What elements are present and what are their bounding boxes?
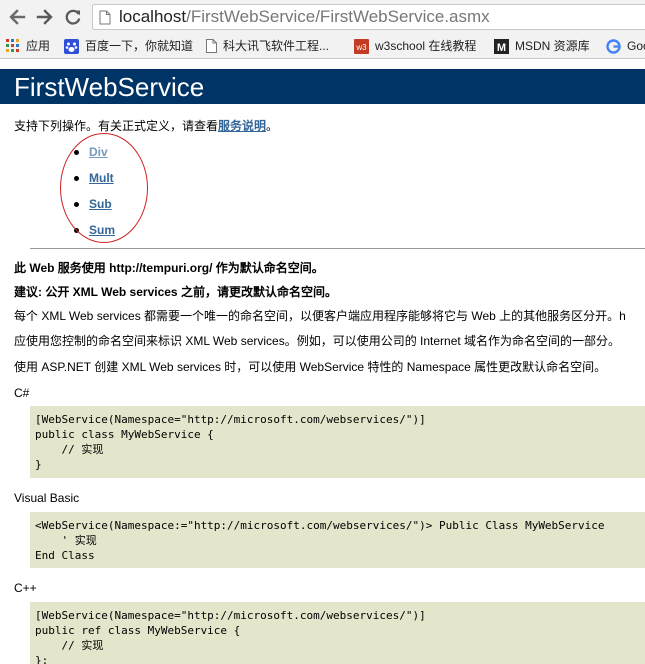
bookmark-label: 百度一下，你就知道 <box>85 39 194 53</box>
page-icon <box>206 39 217 53</box>
bookmark-baidu[interactable]: 百度一下，你就知道 <box>64 38 193 54</box>
cpp-code-block: [WebService(Namespace="http://microsoft.… <box>30 602 645 664</box>
svg-text:M: M <box>497 42 506 54</box>
bookmark-label: 科大讯飞软件工程... <box>223 39 330 53</box>
arrow-right-icon <box>36 9 53 25</box>
vb-label: Visual Basic <box>14 491 80 505</box>
paragraph-1: 每个 XML Web services 都需要一个唯一的命名空间，以便客户端应用… <box>14 309 626 323</box>
page-title: FirstWebService <box>14 72 205 102</box>
csharp-code-block: [WebService(Namespace="http://microsoft.… <box>30 406 645 478</box>
recommendation: 建议: 公开 XML Web services 之前，请更改默认命名空间。 <box>14 285 337 299</box>
svg-text:w3: w3 <box>355 43 367 52</box>
bookmark-iflytek[interactable]: 科大讯飞软件工程... <box>206 38 329 54</box>
namespace-notice: 此 Web 服务使用 http://tempuri.org/ 作为默认命名空间。 <box>14 261 324 275</box>
bookmark-label: 应用 <box>26 39 51 53</box>
vb-code: <WebService(Namespace:="http://microsoft… <box>35 519 605 562</box>
paragraph-3: 使用 ASP.NET 创建 XML Web services 时，可以使用 We… <box>14 360 607 374</box>
reload-button[interactable] <box>62 6 84 28</box>
page-icon <box>99 10 111 25</box>
back-button[interactable] <box>6 6 28 28</box>
page-header: FirstWebService <box>0 69 645 104</box>
vb-code-block: <WebService(Namespace:="http://microsoft… <box>30 512 645 568</box>
bookmarks-bar: 应用 百度一下，你就知道 科大讯飞软件工程... w3 w3school 在线教… <box>0 34 645 59</box>
forward-button[interactable] <box>34 6 56 28</box>
bookmark-label: MSDN 资源库 <box>515 39 590 53</box>
url-text: localhost/FirstWebService/FirstWebServic… <box>119 7 490 27</box>
bookmark-w3school[interactable]: w3 w3school 在线教程 <box>354 38 476 54</box>
bookmark-label: w3school 在线教程 <box>375 39 477 53</box>
paragraph-2: 应使用您控制的命名空间来标识 XML Web services。例如，可以使用公… <box>14 334 621 348</box>
intro-end: 。 <box>266 119 279 133</box>
service-description-link[interactable]: 服务说明 <box>218 119 266 133</box>
reload-icon <box>65 9 81 25</box>
cpp-label: C++ <box>14 581 37 595</box>
apps-grid-icon <box>6 39 19 52</box>
browser-toolbar: localhost/FirstWebService/FirstWebServic… <box>0 0 645 34</box>
url-path: /FirstWebService/FirstWebService.asmx <box>186 7 490 26</box>
intro-text: 支持下列操作。有关正式定义，请查看 <box>14 119 219 133</box>
csharp-label: C# <box>14 386 30 400</box>
address-bar[interactable]: localhost/FirstWebService/FirstWebServic… <box>92 4 645 30</box>
bookmark-apps[interactable]: 应用 <box>6 38 50 54</box>
bookmark-msdn[interactable]: M MSDN 资源库 <box>494 38 590 54</box>
csharp-code: [WebService(Namespace="http://microsoft.… <box>35 413 426 471</box>
msdn-icon: M <box>494 38 509 54</box>
divider <box>30 248 645 249</box>
url-host: localhost <box>119 7 187 26</box>
arrow-left-icon <box>9 9 26 25</box>
w3school-icon: w3 <box>354 38 369 54</box>
bookmark-label: Goo <box>627 39 645 53</box>
cpp-code: [WebService(Namespace="http://microsoft.… <box>35 609 426 664</box>
intro-paragraph: 支持下列操作。有关正式定义，请查看服务说明。 <box>14 118 278 134</box>
google-icon <box>606 38 621 54</box>
bookmark-google[interactable]: Goo <box>606 38 645 54</box>
baidu-paw-icon <box>64 38 79 54</box>
highlight-ellipse <box>60 133 148 243</box>
